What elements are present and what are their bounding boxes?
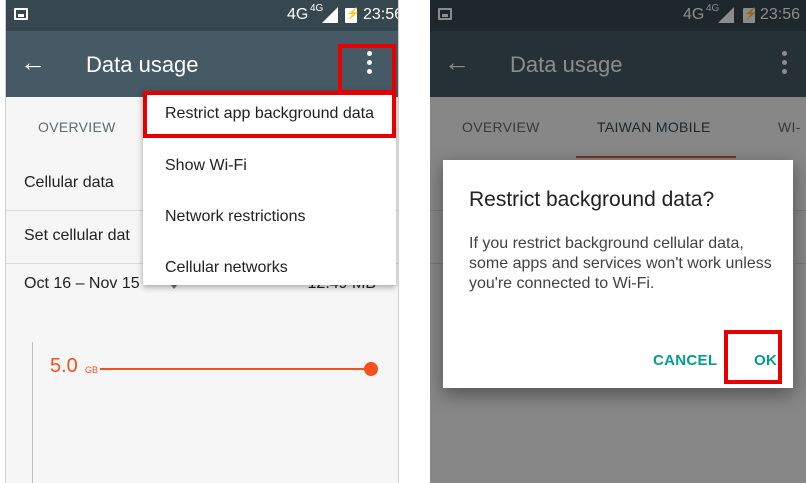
chart-axis (32, 342, 33, 483)
menu-item-label: Show Wi-Fi (165, 157, 247, 174)
restrict-background-dialog: Restrict background data? If you restric… (443, 160, 793, 388)
cellular-data-label: Cellular data (24, 174, 114, 191)
cycle-range: Oct 16 – Nov 15 (24, 275, 140, 292)
menu-item-label: Restrict app background data (165, 105, 375, 122)
clock: 23:56 (363, 6, 398, 23)
page-title: Data usage (86, 52, 199, 77)
limit-handle[interactable] (364, 362, 378, 376)
menu-item-cellular-networks[interactable]: Cellular networks (143, 245, 396, 293)
right-screen: 4G 4G 23:56 ← Data usage OVERVIEW TAIWAN… (430, 0, 806, 483)
more-vert-icon[interactable] (367, 51, 373, 78)
limit-unit: GB (85, 365, 99, 375)
network-type: 4G (287, 6, 309, 23)
cancel-button[interactable]: CANCEL (653, 352, 717, 369)
menu-item-label: Cellular networks (165, 259, 288, 276)
sim-icon (14, 8, 28, 20)
arrow-left-icon[interactable]: ← (20, 49, 46, 75)
status-bar: 4G 4G 23:56 (6, 0, 398, 31)
set-cellular-data-limit-label: Set cellular dat (24, 227, 130, 244)
menu-item-restrict-background[interactable]: Restrict app background data (143, 91, 396, 139)
usage-chart: 5.0 GB (20, 322, 384, 483)
menu-item-label: Network restrictions (165, 208, 306, 225)
menu-item-show-wifi[interactable]: Show Wi-Fi (143, 143, 396, 191)
limit-value: 5.0 (50, 355, 78, 377)
tab-overview[interactable]: OVERVIEW (38, 119, 116, 135)
toolbar: ← Data usage (6, 31, 398, 97)
limit-line[interactable] (100, 368, 370, 370)
ok-button[interactable]: OK (754, 352, 777, 369)
battery-icon (345, 7, 360, 23)
menu-item-network-restrictions[interactable]: Network restrictions (143, 194, 396, 242)
signal-icon (322, 7, 338, 23)
dialog-title: Restrict background data? (469, 188, 715, 211)
left-screen: 4G 4G 23:56 ← Data usage OVERVIEW Cellul… (5, 0, 399, 483)
overflow-menu: Restrict app background data Show Wi-Fi … (143, 91, 396, 285)
dialog-message: If you restrict background cellular data… (469, 235, 772, 292)
